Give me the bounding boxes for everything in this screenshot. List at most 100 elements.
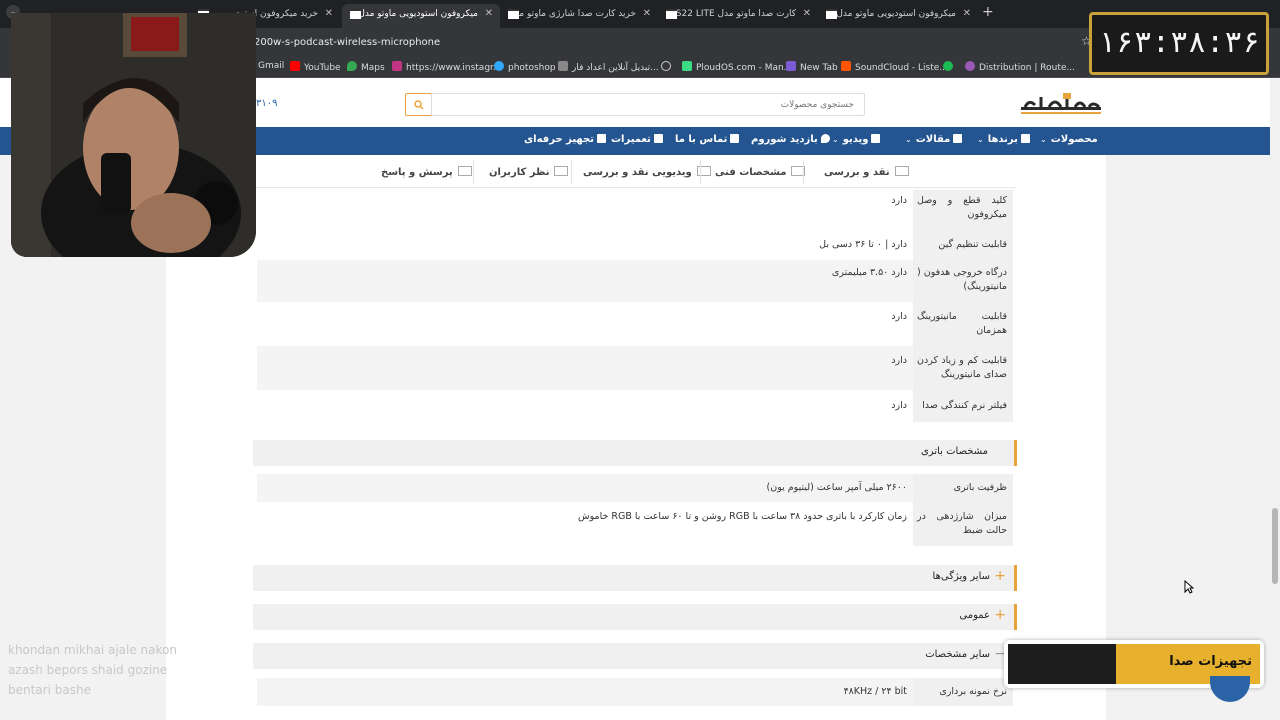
tab-title: میکروفون استودیویی ماوتو مدل: [836, 9, 956, 19]
bookmark-label: Distribution | Route...: [979, 63, 1075, 73]
bookmark-label: Maps: [361, 63, 385, 73]
nav-label: تعمیرات: [611, 134, 651, 145]
close-tab-icon[interactable]: ✕: [485, 4, 493, 24]
spotify-icon: [943, 61, 953, 71]
search-input[interactable]: [432, 94, 864, 115]
tab-questions[interactable]: پرسش و پاسخ: [381, 166, 472, 178]
bookmark-soundcloud[interactable]: SoundCloud - Liste...: [841, 61, 948, 73]
nav-video[interactable]: ویدیو⌄: [832, 134, 881, 145]
tab-video-review[interactable]: ویدیویی نقد و بررسی: [583, 166, 711, 178]
bookmark-instagram[interactable]: https://www.instagr...: [392, 61, 501, 73]
bookmark-youtube[interactable]: YouTube: [290, 61, 341, 73]
product-search[interactable]: [431, 93, 865, 116]
nav-articles[interactable]: مقالات⌄: [905, 134, 963, 145]
bookmark-label: PloudOS.com - Man...: [696, 63, 793, 73]
tab-user-reviews[interactable]: نظر کاربران: [489, 166, 569, 178]
product-tabs: نقد و بررسی مشخصات فنی ویدیویی نقد و برر…: [256, 155, 1016, 188]
spec-value: دارد: [891, 195, 907, 206]
nav-showroom[interactable]: بازدید شوروم: [751, 134, 830, 145]
phone-number[interactable]: ۳۱۰۹: [256, 98, 277, 109]
tab-review[interactable]: نقد و بررسی: [824, 166, 909, 178]
chat-message: bentari bashe: [8, 683, 91, 697]
nav-contact[interactable]: تماس با ما: [675, 134, 740, 145]
bookmark-photoshop[interactable]: photoshop: [494, 61, 556, 73]
nav-label: برندها: [987, 134, 1018, 145]
spec-value: دارد ۳.۵۰ میلیمتری: [831, 267, 907, 278]
tab-favicon-icon: [508, 9, 519, 19]
close-tab-icon[interactable]: ✕: [803, 4, 811, 24]
bookmark-icon: [786, 61, 796, 71]
browser-tab[interactable]: کارت صدا ماوتو مدل PS22 LITE ✕: [658, 4, 818, 28]
spec-row: قابلیت تنظیم گین دارد | ۰ تا ۳۶ دسی بل: [257, 230, 1013, 260]
close-tab-icon[interactable]: ✕: [963, 4, 971, 24]
chat-message: azash bepors shaid gozine: [8, 663, 168, 677]
comment-icon: [554, 166, 569, 176]
bookmark-maps[interactable]: Maps: [347, 61, 385, 73]
spec-row: درگاه خروجی هدفون ( مانیتورینگ) دارد ۳.۵…: [257, 260, 1013, 302]
bookmark-label: تبدیل آنلاین اعداد فار...: [572, 63, 659, 73]
section-title: عمومی: [959, 610, 990, 621]
tab-specs[interactable]: مشخصات فنی: [715, 166, 806, 178]
spec-value: ۲۶۰۰ میلی آمپر ساعت (لیتیوم یون): [766, 482, 907, 493]
bookmark-ploudos[interactable]: PloudOS.com - Man...: [682, 61, 792, 73]
bookmark-gmail[interactable]: Gmail: [258, 61, 284, 71]
banner-text: تجهیزات صدا: [1169, 654, 1252, 669]
article-icon: [953, 134, 963, 143]
tab-label: مشخصات فنی: [715, 167, 787, 178]
scrollbar-thumb[interactable]: [1272, 508, 1278, 584]
bookmark-label: https://www.instagr...: [406, 63, 502, 73]
spec-label: فیلتر نرم کنندگی صدا: [922, 400, 1007, 411]
bookmark-spotify[interactable]: [943, 61, 957, 73]
spec-value: دارد: [891, 311, 907, 322]
spec-label: ظرفیت باتری: [953, 482, 1007, 493]
nav-label: تجهیز حرفه‌ای: [524, 134, 594, 145]
location-icon: [820, 134, 830, 143]
section-other-features[interactable]: + سایر ویژگی‌ها: [253, 565, 1017, 591]
bookmark-converter[interactable]: تبدیل آنلاین اعداد فار...: [558, 61, 659, 73]
nav-label: محصولات: [1050, 134, 1098, 145]
site-logo[interactable]: [1019, 91, 1103, 119]
tab-label: ویدیویی نقد و بررسی: [583, 167, 692, 178]
ploudos-icon: [682, 61, 692, 71]
section-other-specs[interactable]: − سایر مشخصات: [253, 643, 1017, 669]
browser-tab-active[interactable]: میکروفون استودیویی ماوتو مدل ✕: [342, 4, 500, 28]
bookmark-new-tab[interactable]: New Tab: [786, 61, 838, 73]
browser-tab[interactable]: میکروفون استودیویی ماوتو مدل ✕: [818, 4, 978, 28]
tab-title: میکروفون استودیویی ماوتو مدل: [358, 9, 478, 19]
tab-divider: [473, 160, 474, 184]
spec-row: کلید قطع و وصل میکروفون دارد: [257, 190, 1013, 230]
edit-icon: [730, 134, 740, 143]
section-battery[interactable]: مشخصات باتری: [253, 440, 1017, 466]
spec-label: نرخ نمونه برداری: [939, 686, 1007, 697]
bookmark-distribution[interactable]: Distribution | Route...: [965, 61, 1075, 73]
close-tab-icon[interactable]: ✕: [325, 4, 333, 24]
spec-label: کلید قطع و وصل میکروفون: [917, 195, 1007, 220]
tab-divider: [803, 160, 804, 184]
video-icon: [871, 134, 881, 143]
bookmark-globe[interactable]: [661, 61, 675, 73]
globe-icon: [661, 61, 671, 71]
spec-row: ظرفیت باتری ۲۶۰۰ میلی آمپر ساعت (لیتیوم …: [257, 474, 1013, 502]
section-general[interactable]: + عمومی: [253, 604, 1017, 630]
nav-products[interactable]: محصولات⌄: [1040, 134, 1098, 145]
comment-icon: [457, 166, 472, 176]
close-tab-icon[interactable]: ✕: [643, 4, 651, 24]
nav-label: ویدیو: [842, 134, 869, 145]
section-title: سایر ویژگی‌ها: [932, 571, 990, 582]
browser-tab[interactable]: خرید کارت صدا شارژی ماوتو مدل ✕: [500, 4, 658, 28]
tab-title: خرید کارت صدا شارژی ماوتو مدل: [508, 9, 636, 19]
new-tab-icon[interactable]: +: [982, 4, 994, 20]
url-field[interactable]: 200w-s-podcast-wireless-microphone: [254, 37, 440, 48]
edit-icon: [596, 134, 606, 143]
nav-repairs[interactable]: تعمیرات: [611, 134, 663, 145]
spec-row: قابلیت کم و زیاد کردن صدای مانیتورینگ دا…: [257, 346, 1013, 390]
nav-pro-equipment[interactable]: تجهیز حرفه‌ای: [524, 134, 606, 145]
section-title: سایر مشخصات: [925, 649, 990, 660]
search-button[interactable]: [405, 93, 432, 116]
bookmark-label: SoundCloud - Liste...: [855, 63, 948, 73]
nav-brands[interactable]: برندها⌄: [977, 134, 1030, 145]
spec-label: قابلیت تنظیم گین: [938, 239, 1007, 250]
spec-row: میزان شارژدهی در حالت ضبط زمان کارکرد با…: [257, 502, 1013, 546]
chevron-down-icon: ⌄: [977, 135, 984, 144]
page-scrollbar[interactable]: [1270, 78, 1280, 720]
